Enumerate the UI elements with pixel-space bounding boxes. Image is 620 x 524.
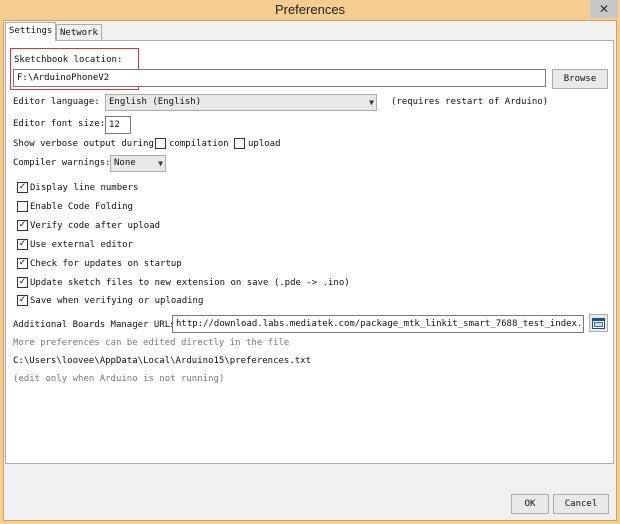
compiler-warnings-label: Compiler warnings: xyxy=(13,158,111,168)
window-title: Preferences xyxy=(274,2,346,17)
option-label: Update sketch files to new extension on … xyxy=(30,278,350,288)
chevron-down-icon: ▼ xyxy=(369,98,374,107)
compilation-label: compilation xyxy=(169,139,229,149)
option-label: Verify code after upload xyxy=(30,221,161,231)
editor-language-select[interactable]: English (English) ▼ xyxy=(105,94,377,111)
editor-language-value: English (English) xyxy=(109,97,202,107)
close-icon: ✕ xyxy=(598,2,610,16)
chevron-down-icon: ▼ xyxy=(158,159,163,168)
close-button[interactable]: ✕ xyxy=(590,0,618,18)
update-sketch-extension-checkbox[interactable] xyxy=(17,277,28,288)
settings-panel: Sketchbook location: F:\ArduinoPhoneV2 B… xyxy=(5,40,614,464)
editor-language-label: Editor language: xyxy=(13,97,100,107)
sketchbook-label: Sketchbook location: xyxy=(14,55,123,65)
option-label: Save when verifying or uploading xyxy=(30,296,204,306)
edit-note: (edit only when Arduino is not running) xyxy=(13,374,225,384)
font-size-input[interactable]: 12 xyxy=(105,116,131,134)
compilation-checkbox[interactable] xyxy=(155,138,166,149)
upload-checkbox[interactable] xyxy=(234,138,245,149)
compiler-warnings-value: None xyxy=(114,158,136,168)
font-size-label: Editor font size: xyxy=(13,119,106,129)
option-label: Enable Code Folding xyxy=(30,202,133,212)
browse-button[interactable]: Browse xyxy=(552,69,608,89)
dialog-client: Settings Network Sketchbook location: F:… xyxy=(3,20,617,521)
window-list-icon xyxy=(592,318,605,329)
display-line-numbers-checkbox[interactable] xyxy=(17,182,28,193)
enable-code-folding-checkbox[interactable] xyxy=(17,201,28,212)
option-label: Use external editor xyxy=(30,240,133,250)
save-when-verifying-checkbox[interactable] xyxy=(17,295,28,306)
tab-network[interactable]: Network xyxy=(56,24,102,41)
open-window-button[interactable] xyxy=(589,314,608,332)
sketchbook-location-input[interactable]: F:\ArduinoPhoneV2 xyxy=(13,69,546,87)
check-updates-checkbox[interactable] xyxy=(17,258,28,269)
verbose-label: Show verbose output during: xyxy=(13,139,160,149)
more-preferences-note: More preferences can be edited directly … xyxy=(13,338,290,348)
editor-language-note: (requires restart of Arduino) xyxy=(391,97,549,107)
preferences-window: Preferences ✕ Settings Network Sketchboo… xyxy=(0,0,620,524)
preferences-file-path: C:\Users\loovee\AppData\Local\Arduino15\… xyxy=(13,356,312,366)
boards-manager-urls-input[interactable]: http://download.labs.mediatek.com/packag… xyxy=(172,315,584,333)
cancel-button[interactable]: Cancel xyxy=(553,494,609,514)
use-external-editor-checkbox[interactable] xyxy=(17,239,28,250)
upload-label: upload xyxy=(248,139,281,149)
tab-settings[interactable]: Settings xyxy=(5,22,57,41)
verify-after-upload-checkbox[interactable] xyxy=(17,220,28,231)
compiler-warnings-select[interactable]: None ▼ xyxy=(110,155,166,172)
boards-manager-label: Additional Boards Manager URLs: xyxy=(13,320,181,330)
ok-button[interactable]: OK xyxy=(511,494,549,514)
option-label: Display line numbers xyxy=(30,183,139,193)
option-label: Check for updates on startup xyxy=(30,259,182,269)
